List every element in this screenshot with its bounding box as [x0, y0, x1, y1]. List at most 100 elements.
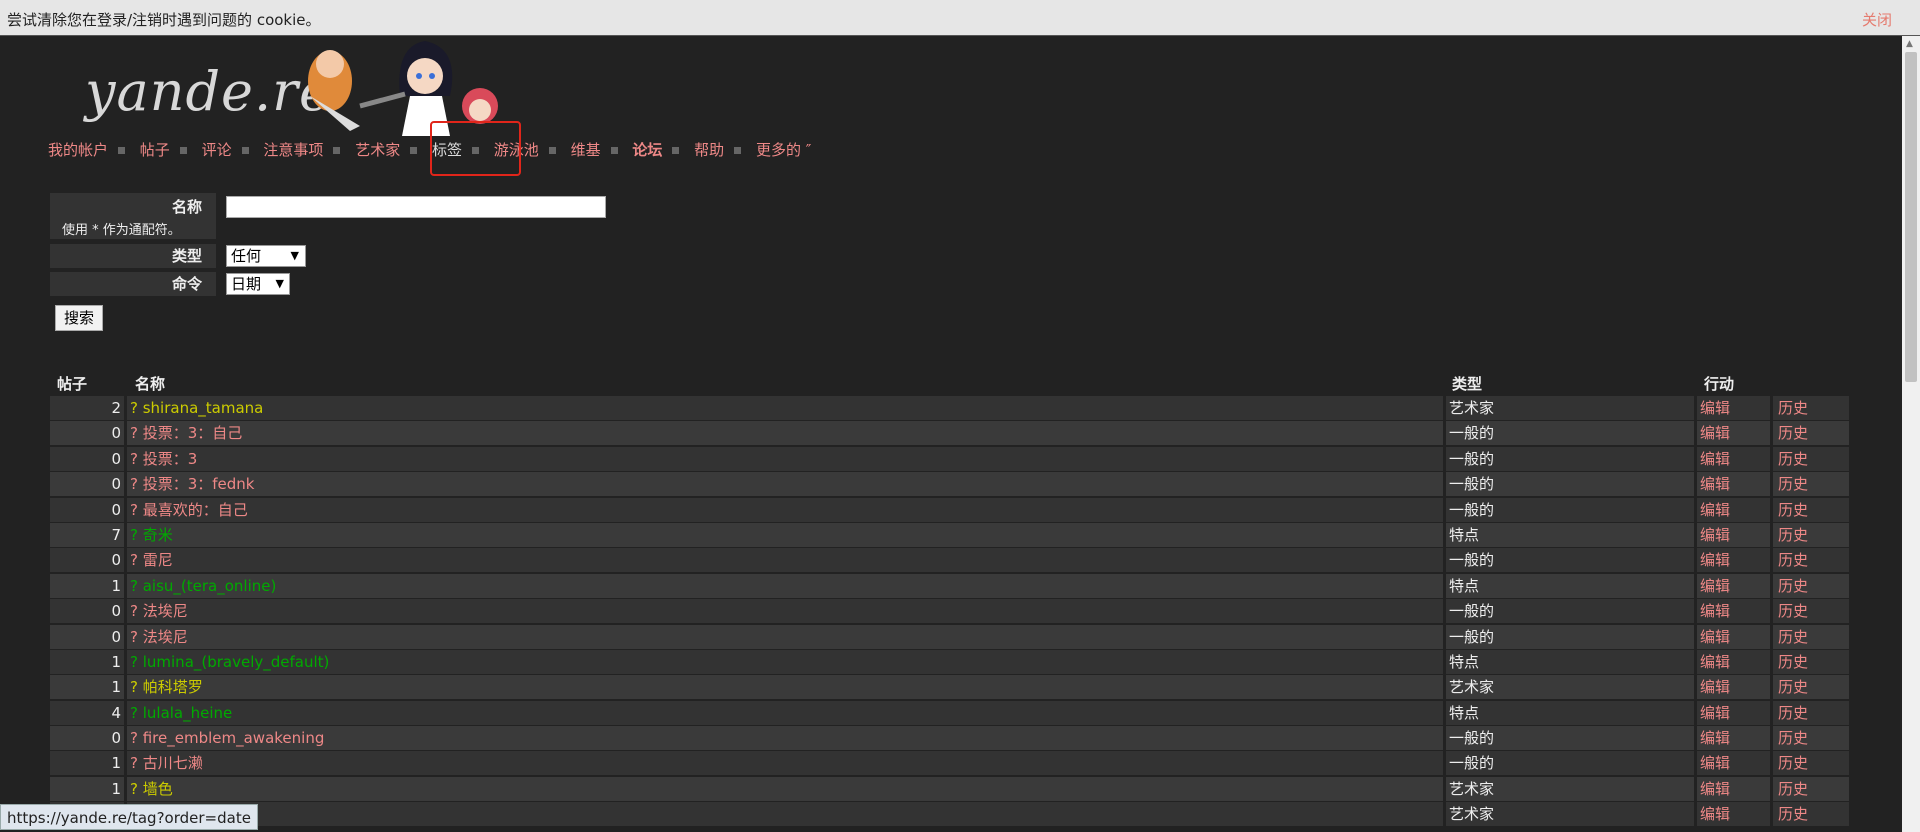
post-count: 2: [50, 396, 124, 420]
edit-link[interactable]: 编辑: [1700, 551, 1730, 569]
history-link[interactable]: 历史: [1778, 526, 1808, 544]
edit-link[interactable]: 编辑: [1700, 704, 1730, 722]
nav-item-artists[interactable]: 艺术家: [355, 139, 418, 160]
tag-name-link[interactable]: ? shirana_tamana: [130, 399, 263, 417]
history-link[interactable]: 历史: [1778, 501, 1808, 519]
history-link[interactable]: 历史: [1778, 602, 1808, 620]
nav-separator: [333, 147, 341, 154]
nav-item-more[interactable]: 更多的 ″: [756, 139, 811, 160]
edit-link[interactable]: 编辑: [1700, 450, 1730, 468]
page-scrollbar[interactable]: ▲: [1902, 36, 1920, 832]
nav-item-forum[interactable]: 论坛: [632, 139, 680, 160]
nav-link-account[interactable]: 我的帐户: [48, 141, 108, 159]
history-link[interactable]: 历史: [1778, 678, 1808, 696]
edit-link[interactable]: 编辑: [1700, 628, 1730, 646]
edit-link[interactable]: 编辑: [1700, 475, 1730, 493]
edit-cell: 编辑: [1697, 396, 1770, 420]
history-link[interactable]: 历史: [1778, 780, 1808, 798]
history-link[interactable]: 历史: [1778, 729, 1808, 747]
nav-item-help[interactable]: 帮助: [694, 139, 742, 160]
tag-name-link[interactable]: ? 投票：3：fednk: [130, 475, 255, 493]
post-count: 1: [50, 573, 124, 598]
edit-link[interactable]: 编辑: [1700, 678, 1730, 696]
history-link[interactable]: 历史: [1778, 424, 1808, 442]
nav-link-wiki[interactable]: 维基: [571, 141, 601, 159]
history-link[interactable]: 历史: [1778, 704, 1808, 722]
post-count: 0: [50, 726, 124, 751]
nav-link-notes[interactable]: 注意事项: [263, 141, 323, 159]
tag-name-cell: ? 最喜欢的：自己: [127, 497, 1443, 522]
tag-name-link[interactable]: ? 墙色: [130, 780, 173, 798]
history-link[interactable]: 历史: [1778, 628, 1808, 646]
history-link[interactable]: 历史: [1778, 653, 1808, 671]
edit-link[interactable]: 编辑: [1700, 754, 1730, 772]
table-row: 1 ? 墙色 艺术家 编辑 历史: [50, 776, 1849, 802]
history-link[interactable]: 历史: [1778, 577, 1808, 595]
history-link[interactable]: 历史: [1778, 754, 1808, 772]
tag-name-link[interactable]: ? lumina_(bravely_default): [130, 653, 329, 671]
tag-type: 一般的: [1446, 751, 1694, 776]
history-link[interactable]: 历史: [1778, 399, 1808, 417]
tag-name-link[interactable]: ? 投票：3: [130, 450, 197, 468]
nav-item-comments[interactable]: 评论: [202, 139, 249, 160]
scrollbar-thumb[interactable]: [1905, 52, 1917, 382]
search-button[interactable]: 搜索: [55, 305, 103, 331]
history-link[interactable]: 历史: [1778, 475, 1808, 493]
tag-name-link[interactable]: ? 帕科塔罗: [130, 678, 203, 696]
edit-link[interactable]: 编辑: [1700, 526, 1730, 544]
edit-link[interactable]: 编辑: [1700, 729, 1730, 747]
history-cell: 历史: [1773, 599, 1849, 624]
edit-link[interactable]: 编辑: [1700, 501, 1730, 519]
edit-link[interactable]: 编辑: [1700, 577, 1730, 595]
type-select[interactable]: 任何 ▼: [226, 245, 306, 267]
nav-link-more[interactable]: 更多的 ″: [756, 141, 811, 159]
order-label: 命令: [50, 272, 216, 296]
edit-link[interactable]: 编辑: [1700, 399, 1730, 417]
history-link[interactable]: 历史: [1778, 805, 1808, 823]
site-logo[interactable]: yande.re: [85, 60, 331, 132]
tag-name-link[interactable]: ? 法埃尼: [130, 602, 188, 620]
nav-link-posts[interactable]: 帖子: [140, 141, 170, 159]
tag-name-link[interactable]: ? 古川七濑: [130, 754, 203, 772]
tag-name-link[interactable]: ? 奇米: [130, 526, 173, 544]
tag-type: 一般的: [1446, 599, 1694, 624]
tag-name-cell: ? 投票：3：fednk: [127, 472, 1443, 497]
tag-name-link[interactable]: ? 最喜欢的：自己: [130, 501, 248, 519]
tag-name-link[interactable]: ? fire_emblem_awakening: [130, 729, 324, 747]
edit-link[interactable]: 编辑: [1700, 805, 1730, 823]
close-notice-link[interactable]: 关闭: [1862, 9, 1892, 30]
tag-name-link[interactable]: ? aisu_(tera_online): [130, 577, 276, 595]
post-count: 0: [50, 548, 124, 573]
edit-link[interactable]: 编辑: [1700, 602, 1730, 620]
tag-name-link[interactable]: ? 法埃尼: [130, 628, 188, 646]
history-link[interactable]: 历史: [1778, 450, 1808, 468]
history-cell: 历史: [1773, 497, 1849, 522]
nav-link-forum[interactable]: 论坛: [632, 141, 662, 159]
nav-item-wiki[interactable]: 维基: [571, 139, 618, 160]
nav-link-artists[interactable]: 艺术家: [355, 141, 400, 159]
edit-link[interactable]: 编辑: [1700, 424, 1730, 442]
tag-name-link[interactable]: ? lulala_heine: [130, 704, 232, 722]
edit-cell: 编辑: [1697, 624, 1770, 649]
nav-item-notes[interactable]: 注意事项: [263, 139, 341, 160]
post-count: 1: [50, 776, 124, 801]
history-cell: 历史: [1773, 751, 1849, 776]
nav-item-account[interactable]: 我的帐户: [48, 139, 126, 160]
history-link[interactable]: 历史: [1778, 551, 1808, 569]
scroll-up-arrow-icon[interactable]: ▲: [1906, 39, 1913, 49]
nav-link-help[interactable]: 帮助: [694, 141, 724, 159]
tag-type: 一般的: [1446, 624, 1694, 649]
tag-name-link[interactable]: ? 雷尼: [130, 551, 173, 569]
nav-link-comments[interactable]: 评论: [202, 141, 232, 159]
post-count: 7: [50, 522, 124, 547]
post-count: 4: [50, 700, 124, 725]
history-cell: 历史: [1773, 548, 1849, 573]
cookie-notice-message: 尝试清除您在登录/注销时遇到问题的 cookie。: [7, 11, 321, 29]
nav-item-posts[interactable]: 帖子: [140, 139, 187, 160]
tag-name-cell: ? aisu_(tera_online): [127, 573, 1443, 598]
tag-name-link[interactable]: ? 投票：3：自己: [130, 424, 242, 442]
tag-name-input[interactable]: [226, 196, 606, 218]
edit-link[interactable]: 编辑: [1700, 780, 1730, 798]
order-select[interactable]: 日期 ▼: [226, 273, 290, 295]
edit-link[interactable]: 编辑: [1700, 653, 1730, 671]
